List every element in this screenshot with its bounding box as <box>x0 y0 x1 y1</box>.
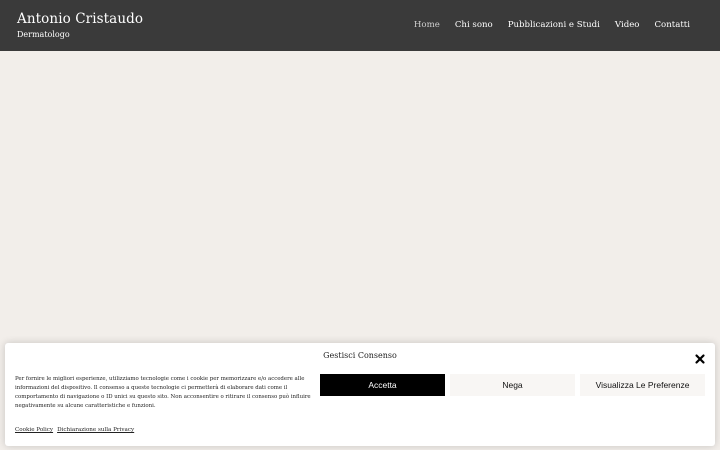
close-icon[interactable] <box>694 350 706 364</box>
cookie-policy-link[interactable]: Cookie Policy <box>15 427 53 433</box>
site-header: Antonio Cristaudo Dermatologo Home Chi s… <box>0 0 720 51</box>
hero-area <box>0 51 720 343</box>
nav-item-contatti[interactable]: Contatti <box>654 19 690 31</box>
consent-description: Per fornire le migliori esperienze, util… <box>15 376 311 409</box>
site-tagline: Dermatologo <box>17 30 70 39</box>
consent-links: Cookie Policy Dichiarazione sulla Privac… <box>15 427 134 433</box>
brand[interactable]: Antonio Cristaudo Dermatologo <box>17 11 143 40</box>
close-icon-glyph <box>695 354 705 364</box>
deny-button[interactable]: Nega <box>450 374 575 396</box>
nav-item-video[interactable]: Video <box>615 19 640 31</box>
nav-item-home[interactable]: Home <box>414 19 440 31</box>
consent-title: Gestisci Consenso <box>323 351 397 360</box>
nav-item-pubblicazioni[interactable]: Pubblicazioni e Studi <box>508 19 600 31</box>
main-nav: Home Chi sono Pubblicazioni e Studi Vide… <box>414 19 690 31</box>
view-preferences-button[interactable]: Visualizza Le Preferenze <box>580 374 705 396</box>
cookie-consent-banner: Gestisci Consenso Per fornire le miglior… <box>5 343 715 446</box>
accept-button[interactable]: Accetta <box>320 374 445 396</box>
site-title[interactable]: Antonio Cristaudo <box>17 11 143 28</box>
privacy-statement-link[interactable]: Dichiarazione sulla Privacy <box>57 427 134 433</box>
nav-item-chi-sono[interactable]: Chi sono <box>455 19 493 31</box>
